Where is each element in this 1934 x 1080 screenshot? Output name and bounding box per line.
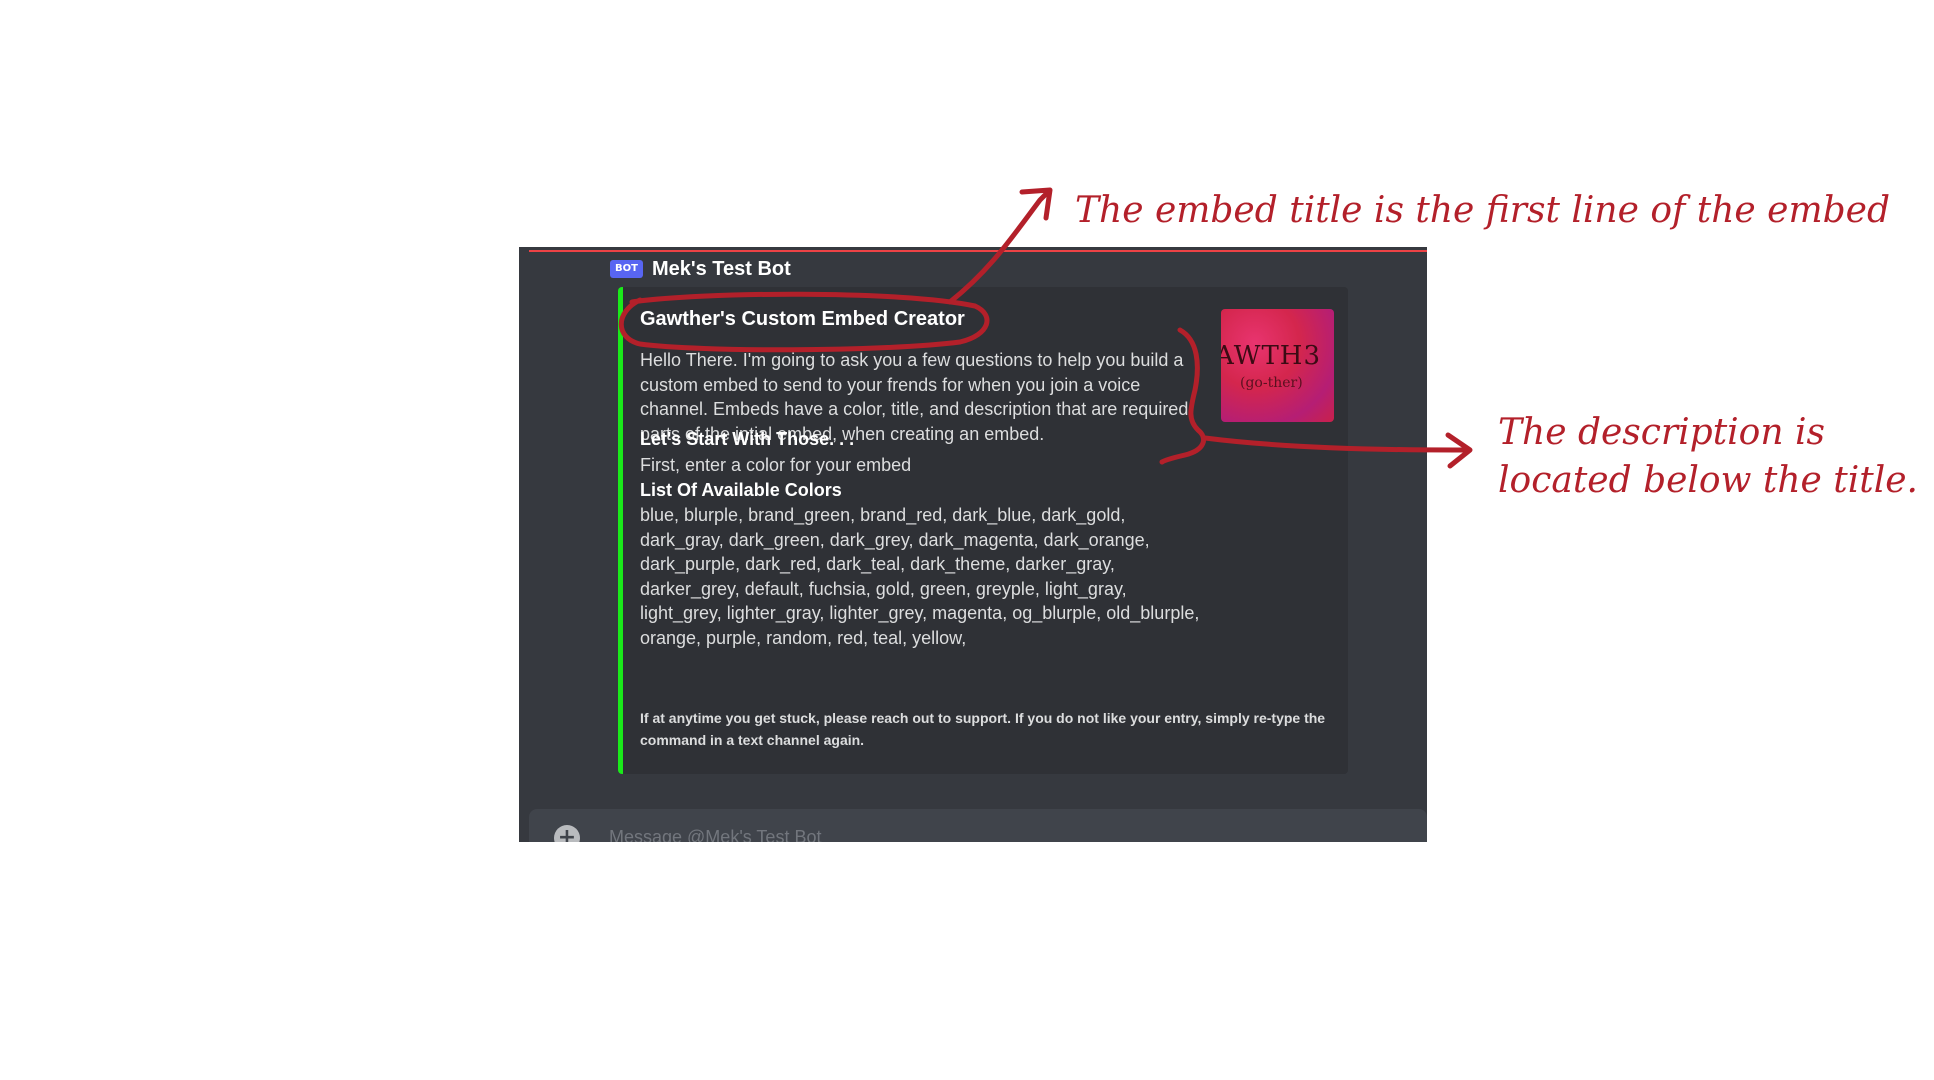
author-name[interactable]: Mek's Test Bot <box>652 258 791 281</box>
embed-card: Gawther's Custom Embed Creator Hello The… <box>618 287 1348 774</box>
embed-thumbnail[interactable]: AWTH3 (go-ther) <box>1221 309 1334 422</box>
title-annotation: The embed title is the first line of the… <box>1075 190 1891 231</box>
discord-chat-panel: BOT Mek's Test Bot Gawther's Custom Embe… <box>519 247 1427 842</box>
embed-field-value: First, enter a color for your embed <box>640 455 912 475</box>
description-annotation-line2: located below the title. <box>1498 460 1918 501</box>
message-input-bar[interactable]: + Message @Mek's Test Bot <box>529 809 1427 842</box>
description-arrowhead-stroke <box>1445 432 1473 469</box>
embed-field-value: blue, blurple, brand_green, brand_red, d… <box>640 505 1200 648</box>
new-message-divider <box>529 250 1427 252</box>
description-annotation-line1: The description is <box>1498 412 1825 453</box>
embed-title: Gawther's Custom Embed Creator <box>640 308 965 330</box>
thumbnail-logo-text: AWTH3 <box>1221 341 1322 371</box>
message-header: BOT Mek's Test Bot <box>610 257 791 281</box>
bot-tag-badge: BOT <box>610 260 643 278</box>
embed-field-name: List Of Available Colors <box>640 480 842 500</box>
thumbnail-logo-subtext: (go-ther) <box>1240 375 1303 391</box>
plus-icon[interactable]: + <box>554 825 580 842</box>
annotated-screenshot: BOT Mek's Test Bot Gawther's Custom Embe… <box>0 0 1934 1080</box>
message-input-placeholder[interactable]: Message @Mek's Test Bot <box>609 827 821 842</box>
embed-footer: If at anytime you get stuck, please reac… <box>640 710 1326 748</box>
title-arrowhead-stroke <box>1019 187 1053 221</box>
embed-field-name: Let's Start With Those. . . <box>640 429 855 449</box>
